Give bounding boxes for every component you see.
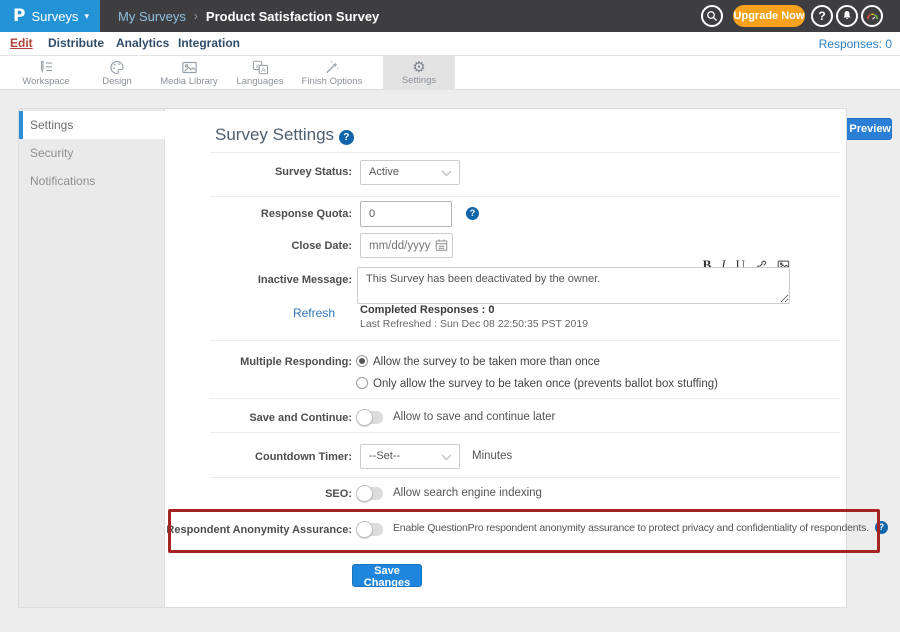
translate-icon: xA (252, 60, 269, 75)
save-changes-button[interactable]: Save Changes (352, 564, 422, 587)
response-quota-label: Response Quota: (152, 208, 352, 220)
refresh-link[interactable]: Refresh (235, 306, 335, 320)
tab-edit[interactable]: Edit (10, 32, 33, 55)
anonymity-toggle[interactable] (357, 523, 383, 536)
divider (210, 477, 840, 478)
save-continue-desc: Allow to save and continue later (393, 411, 555, 423)
toolbar-tab-settings[interactable]: ⚙ Settings (383, 56, 455, 90)
palette-icon (109, 60, 125, 75)
seo-label: SEO: (152, 488, 352, 500)
breadcrumb-my-surveys[interactable]: My Surveys (118, 9, 186, 24)
survey-status-label: Survey Status: (152, 166, 352, 178)
magic-wand-icon (324, 60, 340, 75)
radio-allow-multiple[interactable] (356, 355, 368, 367)
divider (210, 340, 840, 341)
tab-analytics[interactable]: Analytics (116, 32, 169, 55)
page-title: Survey Settings ? (215, 125, 354, 145)
toolbar-tab-label: Languages (236, 76, 283, 87)
search-icon (706, 10, 718, 22)
anonymity-desc: Enable QuestionPro respondent anonymity … (393, 522, 869, 534)
anonymity-desc-row: Enable QuestionPro respondent anonymity … (393, 521, 888, 534)
tab-distribute[interactable]: Distribute (48, 32, 104, 55)
divider (210, 398, 840, 399)
countdown-timer-value: --Set-- (369, 450, 400, 462)
toolbar-tab-finish-options[interactable]: Finish Options (294, 56, 370, 90)
seo-toggle[interactable] (357, 487, 383, 500)
countdown-timer-select[interactable]: --Set-- (360, 444, 460, 469)
settings-sidebar: Settings Security Notifications (18, 108, 165, 608)
chevron-down-icon: ▾ (84, 11, 89, 22)
sidebar-item-settings[interactable]: Settings (19, 111, 165, 139)
preview-label: Preview (849, 123, 891, 135)
multiple-responding-label: Multiple Responding: (152, 356, 352, 368)
response-quota-input[interactable] (360, 201, 452, 227)
tab-integration[interactable]: Integration (178, 32, 240, 55)
survey-section-nav: Edit Distribute Analytics Integration Re… (0, 32, 900, 56)
toolbar-tab-label: Workspace (22, 76, 69, 87)
divider (210, 196, 840, 197)
divider (210, 432, 840, 433)
toolbar-tab-media-library[interactable]: Media Library (152, 56, 226, 90)
svg-text:A: A (261, 67, 266, 74)
breadcrumb-current-survey: Product Satisfaction Survey (206, 9, 379, 24)
questionpro-settings-page: P Surveys ▾ My Surveys › Product Satisfa… (0, 0, 900, 632)
completed-responses-text: Completed Responses : 0 (360, 304, 494, 316)
sidebar-item-security[interactable]: Security (19, 139, 165, 167)
countdown-timer-label: Countdown Timer: (152, 451, 352, 463)
countdown-minutes-label: Minutes (472, 450, 512, 462)
survey-status-select[interactable]: Active (360, 160, 460, 185)
image-icon (181, 60, 198, 75)
radio-allow-multiple-label: Allow the survey to be taken more than o… (373, 356, 600, 368)
chevron-down-icon (441, 170, 452, 177)
toolbar-tab-label: Design (102, 76, 132, 87)
calendar-icon[interactable] (435, 238, 448, 252)
questionpro-logo: P (13, 6, 25, 26)
breadcrumb: My Surveys › Product Satisfaction Survey (118, 0, 379, 32)
title-help-icon[interactable]: ? (339, 130, 354, 145)
top-navbar: P Surveys ▾ My Surveys › Product Satisfa… (0, 0, 900, 32)
bell-icon (841, 10, 853, 22)
edit-toolbar: Workspace Design Media Library xA Langua… (0, 56, 900, 90)
chevron-down-icon (441, 454, 452, 461)
save-continue-toggle[interactable] (357, 411, 383, 424)
last-refreshed-text: Last Refreshed : Sun Dec 08 22:50:35 PST… (360, 318, 588, 330)
anonymity-label: Respondent Anonymity Assurance: (152, 524, 352, 536)
upgrade-now-button[interactable]: Upgrade Now (733, 5, 805, 27)
toolbar-tab-design[interactable]: Design (82, 56, 152, 90)
toolbar-tab-languages[interactable]: xA Languages (226, 56, 294, 90)
close-date-field (360, 233, 453, 258)
help-button[interactable]: ? (811, 5, 833, 27)
sidebar-item-notifications[interactable]: Notifications (19, 167, 165, 195)
close-date-label: Close Date: (152, 240, 352, 252)
inactive-message-label: Inactive Message: (152, 274, 352, 286)
inactive-message-textarea[interactable]: This Survey has been deactivated by the … (357, 267, 790, 304)
save-continue-label: Save and Continue: (152, 412, 352, 424)
seo-desc: Allow search engine indexing (393, 487, 542, 499)
responses-count: Responses: 0 (819, 32, 892, 56)
radio-allow-once[interactable] (356, 377, 368, 389)
surveys-menu[interactable]: P Surveys ▾ (0, 0, 100, 32)
divider (210, 152, 840, 153)
breadcrumb-separator: › (194, 9, 198, 23)
gauge-icon (866, 11, 879, 21)
toolbar-tab-label: Settings (402, 75, 436, 86)
search-button[interactable] (701, 5, 723, 27)
surveys-menu-label: Surveys (31, 9, 78, 24)
workspace-icon (38, 60, 54, 75)
gear-icon: ⚙ (412, 60, 425, 74)
anonymity-help-icon[interactable]: ? (875, 521, 888, 534)
usage-meter-button[interactable] (861, 5, 883, 27)
notifications-button[interactable] (836, 5, 858, 27)
toolbar-tab-label: Media Library (160, 76, 218, 87)
radio-allow-once-label: Only allow the survey to be taken once (… (373, 378, 718, 390)
survey-status-value: Active (369, 166, 399, 178)
toolbar-tab-workspace[interactable]: Workspace (10, 56, 82, 90)
response-quota-help-icon[interactable]: ? (466, 207, 479, 220)
toolbar-tab-label: Finish Options (302, 76, 363, 87)
